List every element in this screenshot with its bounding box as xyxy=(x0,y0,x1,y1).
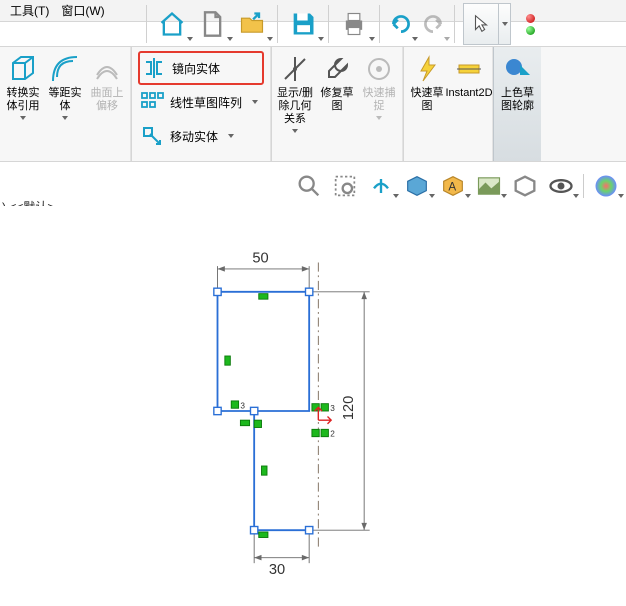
move-icon xyxy=(140,124,164,148)
ribbon-label: 快速捕 捉 xyxy=(363,87,396,113)
visibility-button[interactable] xyxy=(547,172,575,200)
ribbon-group-modify: 镜向实体 线性草图阵列 移动实体 xyxy=(132,47,271,161)
select-tool[interactable] xyxy=(463,3,511,45)
chevron-down-icon[interactable] xyxy=(187,37,193,41)
offset-entities-button[interactable]: 等距实 体 xyxy=(44,51,86,159)
ribbon-group-rapid: 快速草 图 Instant2D xyxy=(404,47,493,161)
repair-sketch-button[interactable]: 修复草 图 xyxy=(316,51,358,159)
ribbon-label: 修复草 图 xyxy=(321,87,354,113)
separator xyxy=(583,174,584,198)
view-toolbar: A xyxy=(0,170,626,202)
status-green-icon xyxy=(526,26,535,35)
dim-top[interactable]: 50 xyxy=(252,251,268,267)
dim-right[interactable]: 120 xyxy=(341,396,357,420)
svg-text:A: A xyxy=(448,181,456,194)
display-style-button[interactable] xyxy=(403,172,431,200)
ribbon-label: 转换实 体引用 xyxy=(7,87,40,113)
separator xyxy=(146,5,147,43)
separator xyxy=(277,5,278,43)
chevron-down-icon[interactable] xyxy=(252,100,258,104)
sketch-drawing: 50 120 30 3 xyxy=(200,246,400,576)
linear-pattern-button[interactable]: 线性草图阵列 xyxy=(138,85,264,119)
ribbon-group-relations: 显示/删 除几何 关系 修复草 图 快速捕 捉 xyxy=(272,47,403,161)
convert-entities-button[interactable]: 转换实 体引用 xyxy=(2,51,44,159)
chevron-down-icon[interactable] xyxy=(20,116,26,120)
sketch-canvas[interactable]: 50 120 30 3 xyxy=(0,206,626,606)
chevron-down-icon[interactable] xyxy=(444,37,450,41)
separator xyxy=(454,5,455,43)
rapid-sketch-icon xyxy=(411,53,443,85)
hide-show-button[interactable] xyxy=(511,172,539,200)
quick-snap-button: 快速捕 捉 xyxy=(358,51,400,159)
chevron-down-icon[interactable] xyxy=(369,37,375,41)
print-button[interactable] xyxy=(337,4,371,44)
undo-button[interactable] xyxy=(388,4,414,44)
appearance-button[interactable] xyxy=(592,172,620,200)
save-button[interactable] xyxy=(286,4,320,44)
chevron-down-icon[interactable] xyxy=(227,37,233,41)
shaded-sketch-contour-button[interactable]: 上色草 图轮廓 xyxy=(493,47,541,161)
section-view-button[interactable]: A xyxy=(439,172,467,200)
pattern-icon xyxy=(140,90,164,114)
ribbon-label: 曲面上 偏移 xyxy=(91,87,124,113)
relations-icon xyxy=(279,53,311,85)
separator xyxy=(379,5,380,43)
instant2d-button[interactable]: Instant2D xyxy=(448,51,490,159)
chevron-down-icon[interactable] xyxy=(62,116,68,120)
chevron-down-icon[interactable] xyxy=(292,129,298,133)
open-button[interactable] xyxy=(235,4,269,44)
menu-tools[interactable]: 工具(T) xyxy=(4,0,55,21)
repair-icon xyxy=(321,53,353,85)
move-entities-button[interactable]: 移动实体 xyxy=(138,119,264,153)
ribbon-label: 等距实 体 xyxy=(49,87,82,113)
surface-offset-button: 曲面上 偏移 xyxy=(86,51,128,159)
surface-offset-icon xyxy=(91,53,123,85)
status-red-icon xyxy=(526,14,535,23)
rebuild-indicator[interactable] xyxy=(523,4,537,44)
mirror-entities-button[interactable]: 镜向实体 xyxy=(138,51,264,85)
select-dropdown[interactable] xyxy=(498,4,510,44)
dim-bottom[interactable]: 30 xyxy=(269,562,285,576)
snap-icon xyxy=(363,53,395,85)
ribbon-label: 快速草 图 xyxy=(411,87,444,113)
ribbon-label: 线性草图阵列 xyxy=(170,94,242,111)
zoom-area-button[interactable] xyxy=(331,172,359,200)
cursor-icon xyxy=(464,4,498,44)
chevron-down-icon[interactable] xyxy=(228,134,234,138)
ribbon-label: 移动实体 xyxy=(170,128,218,145)
shaded-contour-icon xyxy=(502,53,534,85)
chevron-down-icon[interactable] xyxy=(267,37,273,41)
separator xyxy=(328,5,329,43)
chevron-down-icon xyxy=(376,116,382,120)
ribbon-label: 显示/删 除几何 关系 xyxy=(277,87,313,126)
view-orientation-button[interactable] xyxy=(367,172,395,200)
display-delete-relations-button[interactable]: 显示/删 除几何 关系 xyxy=(274,51,316,159)
svg-text:3: 3 xyxy=(240,401,245,410)
redo-button[interactable] xyxy=(420,4,446,44)
svg-text:3: 3 xyxy=(330,404,335,413)
ribbon: 转换实 体引用 等距实 体 曲面上 偏移 镜向实体 线性草图阵列 移动实体 xyxy=(0,46,626,162)
rapid-sketch-button[interactable]: 快速草 图 xyxy=(406,51,448,159)
offset-entities-icon xyxy=(49,53,81,85)
quick-access-toolbar xyxy=(140,0,541,46)
ribbon-label: 上色草 图轮廓 xyxy=(501,87,534,113)
instant2d-icon xyxy=(453,53,485,85)
svg-text:2: 2 xyxy=(330,430,335,439)
ribbon-group-convert: 转换实 体引用 等距实 体 曲面上 偏移 xyxy=(0,47,131,161)
home-button[interactable] xyxy=(155,4,189,44)
scene-button[interactable] xyxy=(475,172,503,200)
convert-entities-icon xyxy=(7,53,39,85)
chevron-down-icon[interactable] xyxy=(318,37,324,41)
new-button[interactable] xyxy=(195,4,229,44)
menu-window[interactable]: 窗口(W) xyxy=(55,0,110,21)
mirror-icon xyxy=(142,56,166,80)
ribbon-label: 镜向实体 xyxy=(172,60,220,77)
ribbon-label: Instant2D xyxy=(445,87,492,100)
zoom-fit-button[interactable] xyxy=(295,172,323,200)
chevron-down-icon[interactable] xyxy=(412,37,418,41)
